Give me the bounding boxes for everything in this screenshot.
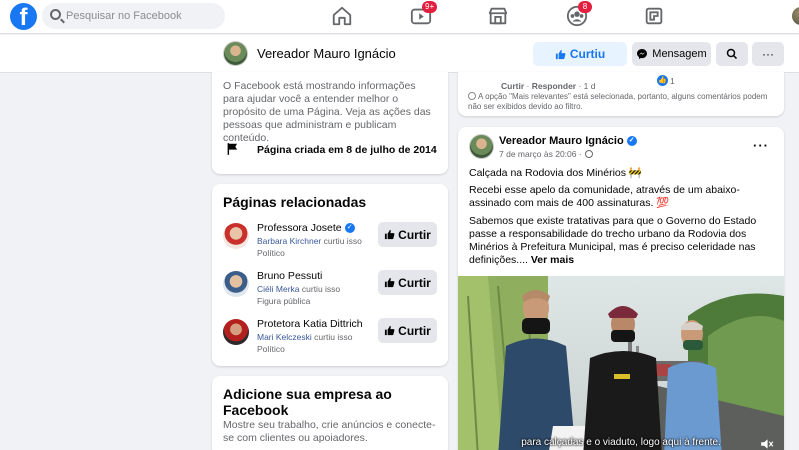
groups-notification-badge: 8: [578, 1, 592, 13]
thumbs-up-icon: [555, 49, 566, 59]
transparency-text: O Facebook está mostrando informações pa…: [223, 80, 431, 144]
related-page-item: Bruno Pessuti Ciéli Merka curtiu isso Fi…: [212, 268, 448, 312]
gaming-icon[interactable]: [643, 5, 667, 27]
liker-name[interactable]: Barbara Kirchner: [257, 236, 321, 246]
thumbs-up-icon: [385, 325, 395, 336]
like-page-button[interactable]: Curtir: [378, 222, 437, 247]
top-navigation-bar: f 9+ 8: [0, 0, 799, 34]
post-paragraph: Recebi esse apelo da comunidade, através…: [469, 184, 740, 209]
related-page-name[interactable]: Bruno Pessuti: [257, 270, 322, 282]
post-author[interactable]: Vereador Mauro Ignácio ✓: [499, 135, 637, 147]
thumbs-up-icon: [385, 277, 395, 288]
related-pages-card: Páginas relacionadas Professora Josete ✓…: [212, 184, 448, 366]
add-business-card: Adicione sua empresa ao Facebook Mostre …: [212, 376, 448, 450]
comment-reaction-count[interactable]: 👍 1: [657, 75, 675, 86]
search-box[interactable]: [42, 3, 225, 29]
video-subtitle: para calçadas e o viaduto, logo aqui à f…: [521, 437, 721, 448]
page-search-button[interactable]: [716, 42, 748, 66]
post-paragraph: Calçada na Rodovia dos Minérios 🚧: [469, 167, 642, 179]
related-page-liked-by: Barbara Kirchner curtiu isso: [257, 236, 362, 246]
post-card: Vereador Mauro Ignácio ✓ 7 de março às 2…: [458, 127, 784, 450]
home-icon[interactable]: [331, 5, 355, 27]
liker-name[interactable]: Mari Kelczeski: [257, 332, 312, 342]
watch-notification-badge: 9+: [422, 1, 438, 13]
page-name[interactable]: Vereador Mauro Ignácio: [257, 46, 396, 61]
like-button-label: Curtir: [398, 275, 431, 290]
comments-section: Curtir · Responder · 1 d 👍 1 A opção "Ma…: [458, 72, 784, 116]
related-page-name[interactable]: Protetora Katia Dittrich: [257, 318, 363, 330]
page-transparency-card: O Facebook está mostrando informações pa…: [212, 72, 448, 174]
post-paragraph-with-more: Sabemos que existe tratativas para que o…: [469, 215, 774, 267]
verified-badge-icon: ✓: [344, 223, 355, 233]
related-page-category: Político: [257, 248, 285, 258]
related-page-name-text: Bruno Pessuti: [257, 270, 323, 282]
video-frame: [458, 276, 784, 450]
like-button-label: Curtir: [398, 227, 431, 242]
related-page-liked-by: Mari Kelczeski curtiu isso: [257, 332, 352, 342]
related-page-category: Político: [257, 344, 285, 354]
groups-icon[interactable]: 8: [566, 1, 592, 27]
globe-icon: [584, 150, 593, 158]
comment-like-link[interactable]: Curtir: [501, 81, 524, 91]
comment-time[interactable]: 1 d: [584, 81, 596, 91]
thumbs-up-icon: [385, 229, 395, 240]
comment-actions: Curtir · Responder · 1 d: [501, 81, 596, 91]
page-avatar[interactable]: [223, 41, 248, 66]
comment-filter-note: A opção "Mais relevantes" está seleciona…: [468, 92, 768, 112]
post-video[interactable]: para calçadas e o viaduto, logo aqui à f…: [458, 276, 784, 450]
page-more-button[interactable]: ···: [752, 42, 784, 66]
verified-badge-icon: ✓: [626, 136, 637, 146]
post-timestamp[interactable]: 7 de março às 20:06 ·: [499, 149, 593, 159]
like-button-label: Curtir: [398, 323, 431, 338]
messenger-icon: [637, 49, 648, 59]
more-options-icon: ···: [762, 47, 774, 61]
related-page-name-text: Protetora Katia Dittrich: [257, 318, 363, 330]
liked-button-label: Curtiu: [569, 47, 606, 61]
like-page-button[interactable]: Curtir: [378, 318, 437, 343]
related-page-name[interactable]: Professora Josete ✓: [257, 222, 355, 234]
post-options-button[interactable]: ···: [753, 138, 769, 153]
liked-suffix: curtiu isso: [301, 284, 341, 294]
mute-icon[interactable]: [760, 438, 774, 450]
comment-like-count: 1: [670, 75, 675, 86]
add-business-title[interactable]: Adicione sua empresa ao Facebook: [223, 386, 433, 418]
account-avatar[interactable]: [792, 7, 799, 25]
flag-icon: [227, 143, 238, 155]
page-header-bar: Vereador Mauro Ignácio Curtiu Mensagem ·…: [0, 35, 799, 73]
search-icon: [726, 48, 738, 60]
radio-icon: [468, 92, 476, 100]
post-author-name: Vereador Mauro Ignácio: [499, 135, 624, 147]
liked-suffix: curtiu isso: [314, 332, 353, 342]
post-author-avatar[interactable]: [469, 134, 494, 159]
add-business-text: Mostre seu trabalho, crie anúncios e con…: [223, 419, 436, 444]
see-more-link[interactable]: Ver mais: [531, 254, 574, 266]
post-date-text: 7 de março às 20:06 ·: [499, 149, 582, 159]
related-page-item: Protetora Katia Dittrich Mari Kelczeski …: [212, 316, 448, 360]
related-page-item: Professora Josete ✓ Barbara Kirchner cur…: [212, 220, 448, 264]
search-input[interactable]: [66, 7, 216, 25]
page-creation-date: Página criada em 8 de julho de 2014: [257, 144, 437, 156]
liker-name[interactable]: Ciéli Merka: [257, 284, 300, 294]
liked-suffix: curtiu isso: [323, 236, 362, 246]
related-page-category: Figura pública: [257, 296, 311, 306]
liked-button[interactable]: Curtiu: [533, 42, 627, 66]
watch-video-icon[interactable]: 9+: [410, 1, 438, 27]
facebook-logo-icon[interactable]: f: [10, 3, 37, 31]
like-page-button[interactable]: Curtir: [378, 270, 437, 295]
related-page-name-text: Professora Josete: [257, 222, 342, 234]
related-page-avatar[interactable]: [223, 319, 249, 345]
post-paragraph-text: Sabemos que existe tratativas para que o…: [469, 215, 757, 266]
related-page-avatar[interactable]: [223, 223, 249, 249]
search-icon: [50, 9, 61, 20]
comment-reply-link[interactable]: Responder: [532, 81, 576, 91]
related-page-liked-by: Ciéli Merka curtiu isso: [257, 284, 340, 294]
marketplace-icon[interactable]: [487, 5, 511, 27]
like-reaction-icon: 👍: [657, 75, 668, 86]
message-button-label: Mensagem: [652, 48, 707, 60]
related-page-avatar[interactable]: [223, 271, 249, 297]
related-pages-title: Páginas relacionadas: [223, 194, 367, 210]
comment-filter-note-text: A opção "Mais relevantes" está seleciona…: [468, 92, 768, 111]
message-button[interactable]: Mensagem: [632, 42, 711, 66]
